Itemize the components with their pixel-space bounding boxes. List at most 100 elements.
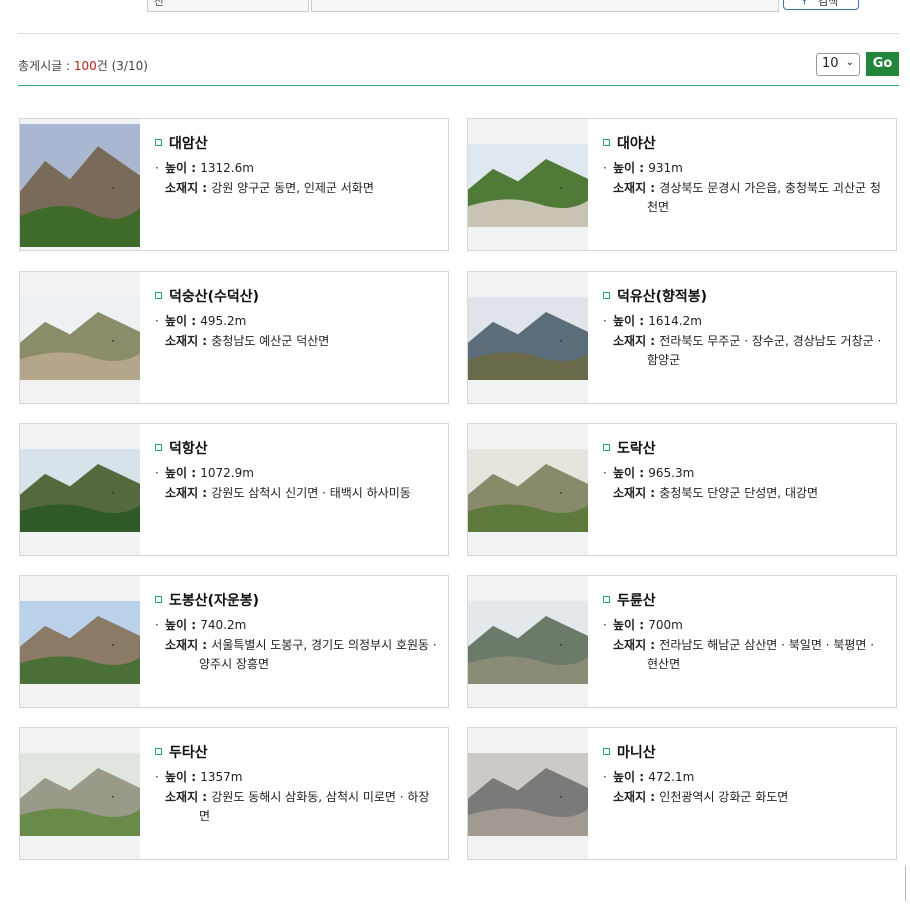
bullet-dot-icon: · [155, 770, 159, 784]
bullet-dot-icon: · [111, 334, 115, 348]
mountain-photo[interactable] [20, 424, 140, 555]
height-row: · 높이 : 700m [603, 616, 683, 635]
height-label: 높이 : [165, 314, 201, 328]
search-field-value: 산 [154, 0, 165, 8]
height-row: · 높이 : 472.1m [603, 768, 694, 787]
height-row: · 높이 : 1357m [155, 768, 242, 787]
height-value: 1357m [200, 770, 243, 784]
per-page-select[interactable]: 10 ⌄ [816, 53, 860, 76]
mountain-card[interactable]: 덕유산(향적봉) · 높이 : 1614.2m · 소재지 : 전라북도 무주군 · 장… [467, 271, 897, 404]
bullet-square-icon [603, 747, 610, 755]
location-row: · 소재지 : 충청남도 예산군 덕산면 [111, 332, 439, 351]
search-input[interactable] [311, 0, 779, 12]
height-label: 높이 : [613, 770, 649, 784]
mountain-name[interactable]: 덕숭산(수덕산) [155, 286, 259, 306]
search-icon: ⚲ [800, 0, 809, 6]
height-row: · 높이 : 1312.6m [155, 159, 254, 178]
search-field-select[interactable]: 산 [147, 0, 309, 12]
mountain-name[interactable]: 대암산 [155, 133, 208, 153]
location-row: · 소재지 : 경상북도 문경시 가은읍, 충청북도 괴산군 청천면 [559, 179, 887, 217]
mountain-card[interactable]: 덕항산 · 높이 : 1072.9m · 소재지 : 강원도 삼척시 신기면 · 태백시… [19, 423, 449, 556]
bullet-dot-icon: · [603, 314, 607, 328]
mountain-photo[interactable] [468, 272, 588, 403]
scrollbar[interactable] [905, 866, 909, 901]
mountain-name[interactable]: 도봉산(자운봉) [155, 590, 259, 610]
height-row: · 높이 : 965.3m [603, 464, 694, 483]
height-row: · 높이 : 931m [603, 159, 683, 178]
mountain-photo[interactable] [20, 728, 140, 859]
bullet-dot-icon: · [111, 638, 115, 652]
location-label: 소재지 : [613, 790, 660, 804]
location-row: · 소재지 : 강원도 삼척시 신기면 · 태백시 하사미동 [111, 484, 439, 503]
mountain-name[interactable]: 두타산 [155, 742, 208, 762]
location-row: · 소재지 : 서울특별시 도봉구, 경기도 의정부시 호원동 · 양주시 장흥면 [111, 636, 439, 674]
mountain-name-text: 덕유산(향적봉) [617, 289, 708, 305]
mountain-photo[interactable] [20, 119, 140, 250]
bullet-dot-icon: · [559, 334, 563, 348]
mountain-photo[interactable] [468, 119, 588, 250]
bullet-dot-icon: · [559, 486, 563, 500]
mountain-name[interactable]: 덕항산 [155, 438, 208, 458]
location-label: 소재지 : [165, 486, 212, 500]
height-label: 높이 : [613, 618, 649, 632]
bullet-square-icon [603, 138, 610, 146]
bullet-square-icon [155, 138, 162, 146]
bullet-dot-icon: · [559, 181, 563, 195]
mountain-name[interactable]: 도락산 [603, 438, 656, 458]
search-button[interactable]: ⚲ 검색 [783, 0, 859, 10]
height-label: 높이 : [165, 618, 201, 632]
location-label: 소재지 : [613, 334, 660, 348]
location-value: 인천광역시 강화군 화도면 [659, 790, 789, 804]
mountain-photo[interactable] [468, 728, 588, 859]
mountain-name[interactable]: 마니산 [603, 742, 656, 762]
bullet-dot-icon: · [559, 790, 563, 804]
mountain-photo[interactable] [20, 576, 140, 707]
total-count: 총게시글 : 100건 (3/10) [18, 57, 148, 74]
mountain-card[interactable]: 대암산 · 높이 : 1312.6m · 소재지 : 강원 양구군 동면, 인제군 서화… [19, 118, 449, 251]
mountain-card[interactable]: 덕숭산(수덕산) · 높이 : 495.2m · 소재지 : 충청남도 예산군 덕산면 [19, 271, 449, 404]
location-row: · 소재지 : 인천광역시 강화군 화도면 [559, 788, 887, 807]
mountain-photo[interactable] [468, 424, 588, 555]
bullet-dot-icon: · [603, 618, 607, 632]
mountain-card[interactable]: 대야산 · 높이 : 931m · 소재지 : 경상북도 문경시 가은읍, 충청북도 괴… [467, 118, 897, 251]
location-value: 경상북도 문경시 가은읍, 충청북도 괴산군 청천면 [647, 181, 881, 214]
bullet-dot-icon: · [603, 161, 607, 175]
bullet-square-icon [155, 443, 162, 451]
height-row: · 높이 : 495.2m [155, 312, 246, 331]
height-value: 1312.6m [200, 161, 254, 175]
mountain-photo[interactable] [468, 576, 588, 707]
mountain-name[interactable]: 두륜산 [603, 590, 656, 610]
mountain-name[interactable]: 덕유산(향적봉) [603, 286, 707, 306]
bullet-square-icon [155, 747, 162, 755]
bullet-dot-icon: · [111, 790, 115, 804]
bullet-dot-icon: · [111, 181, 115, 195]
mountain-name-text: 대야산 [617, 136, 656, 152]
go-button[interactable]: Go [866, 52, 899, 76]
bullet-square-icon [155, 595, 162, 603]
bullet-dot-icon: · [155, 466, 159, 480]
location-value: 강원 양구군 동면, 인제군 서화면 [211, 181, 374, 195]
location-label: 소재지 : [613, 638, 660, 652]
bullet-dot-icon: · [111, 486, 115, 500]
mountain-name-text: 두륜산 [617, 593, 656, 609]
bullet-dot-icon: · [155, 618, 159, 632]
total-prefix: 총게시글 : [18, 59, 74, 73]
height-value: 472.1m [648, 770, 695, 784]
mountain-card[interactable]: 마니산 · 높이 : 472.1m · 소재지 : 인천광역시 강화군 화도면 [467, 727, 897, 860]
height-value: 1072.9m [200, 466, 254, 480]
height-value: 700m [648, 618, 683, 632]
mountain-card[interactable]: 두타산 · 높이 : 1357m · 소재지 : 강원도 동해시 삼화동, 삼척시 미로… [19, 727, 449, 860]
mountain-name[interactable]: 대야산 [603, 133, 656, 153]
height-value: 965.3m [648, 466, 695, 480]
bullet-square-icon [155, 291, 162, 299]
mountain-photo[interactable] [20, 272, 140, 403]
mountain-name-text: 대암산 [169, 136, 208, 152]
list-divider [18, 85, 899, 86]
mountain-name-text: 마니산 [617, 745, 656, 761]
bullet-square-icon [603, 443, 610, 451]
mountain-card[interactable]: 도락산 · 높이 : 965.3m · 소재지 : 충청북도 단양군 단성면, 대강면 [467, 423, 897, 556]
mountain-card[interactable]: 두륜산 · 높이 : 700m · 소재지 : 전라남도 해남군 삼산면 · 북일면 ·… [467, 575, 897, 708]
location-value: 충청남도 예산군 덕산면 [211, 334, 330, 348]
mountain-card[interactable]: 도봉산(자운봉) · 높이 : 740.2m · 소재지 : 서울특별시 도봉구, 경기… [19, 575, 449, 708]
location-value: 강원도 삼척시 신기면 · 태백시 하사미동 [211, 486, 411, 500]
